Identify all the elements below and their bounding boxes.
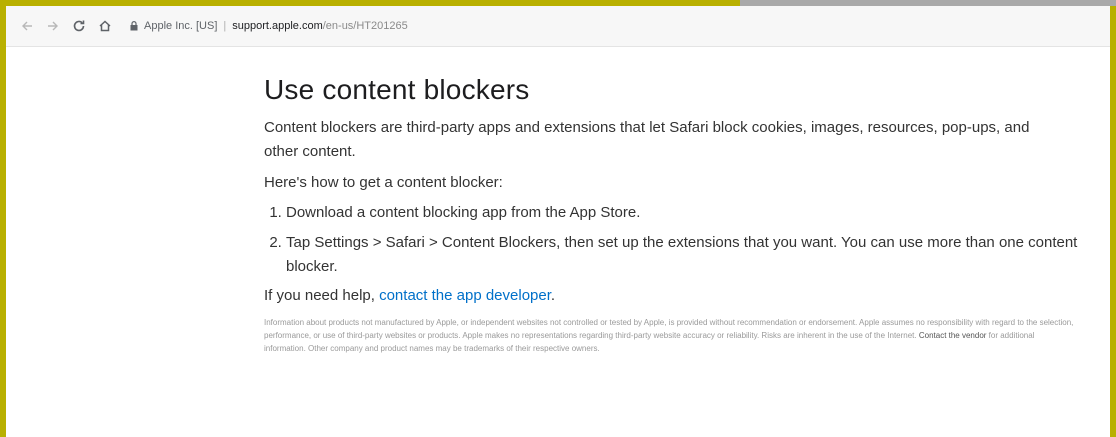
- list-item: Tap Settings > Safari > Content Blockers…: [286, 231, 1086, 279]
- howto-paragraph: Here's how to get a content blocker:: [264, 174, 503, 191]
- help-prefix: If you need help,: [264, 287, 380, 304]
- arrow-right-icon[interactable]: [42, 15, 64, 37]
- contact-vendor-link[interactable]: Contact the vendor: [919, 331, 987, 340]
- reload-icon[interactable]: [68, 15, 90, 37]
- disclaimer: Information about products not manufactu…: [264, 316, 1074, 355]
- contact-developer-link[interactable]: contact the app developer: [379, 287, 551, 304]
- arrow-left-icon[interactable]: [16, 15, 38, 37]
- help-paragraph: If you need help, contact the app develo…: [264, 287, 1084, 304]
- page-title: Use content blockers: [264, 74, 530, 105]
- steps-list: Download a content blocking app from the…: [264, 201, 1086, 279]
- list-item: Download a content blocking app from the…: [286, 201, 1086, 225]
- url-host: support.apple.com: [232, 20, 323, 32]
- lock-icon: [130, 21, 138, 31]
- article-content: Use content blockers Content blockers ar…: [264, 74, 1084, 355]
- site-identity: Apple Inc. [US]: [144, 20, 218, 32]
- intro-paragraph: Content blockers are third-party apps an…: [264, 119, 1030, 160]
- browser-toolbar: Apple Inc. [US] | support.apple.com/en-u…: [6, 6, 1110, 47]
- address-bar[interactable]: Apple Inc. [US] | support.apple.com/en-u…: [130, 20, 408, 32]
- browser-window: Apple Inc. [US] | support.apple.com/en-u…: [6, 6, 1110, 437]
- help-suffix: .: [550, 287, 556, 304]
- home-icon[interactable]: [94, 15, 116, 37]
- url-path: /en-us/HT201265: [322, 20, 408, 32]
- address-separator: |: [223, 20, 227, 32]
